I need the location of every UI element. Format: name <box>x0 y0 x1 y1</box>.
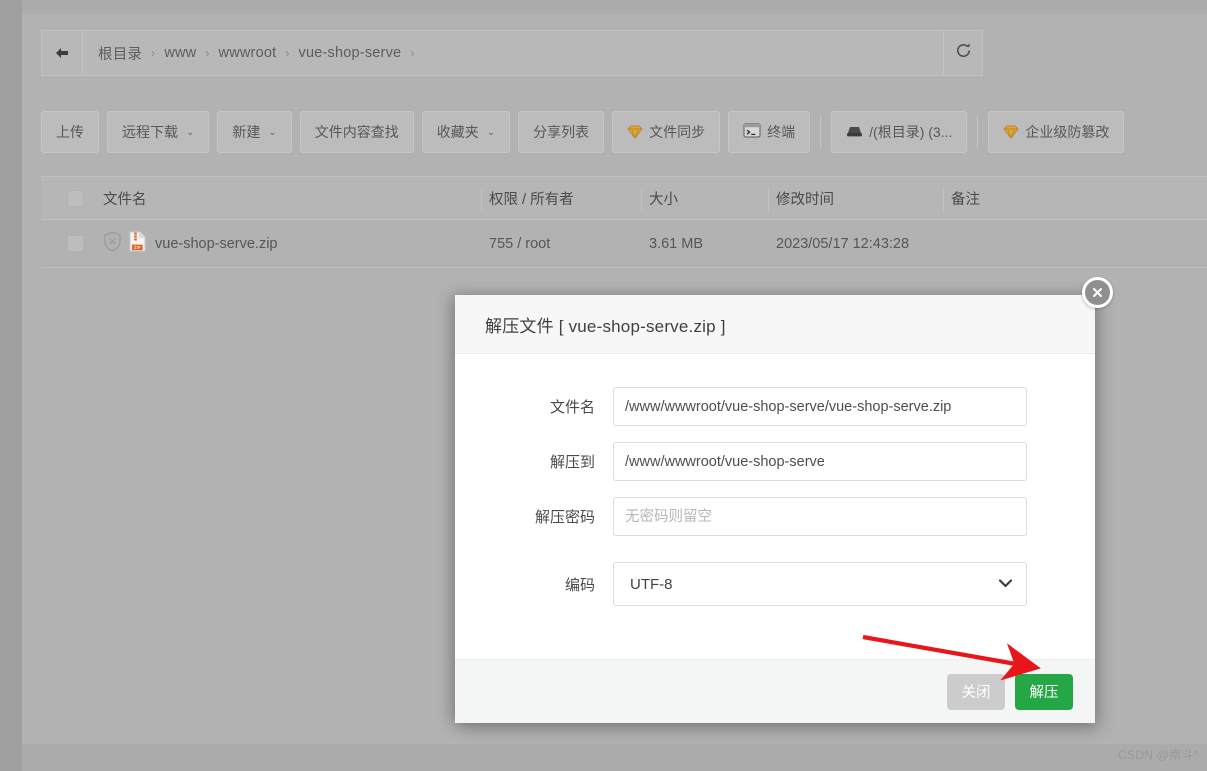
field-row-extract-to: 解压到 <box>455 442 1095 481</box>
breadcrumb-separator: › <box>151 46 156 60</box>
toolbar-button-remote-download[interactable]: 远程下载 ⌄ <box>107 111 210 153</box>
field-label-password: 解压密码 <box>534 509 595 526</box>
page-root: 根目录 › www › wwwroot › vue-shop-serve › 上… <box>0 0 1207 771</box>
toolbar-divider <box>977 115 979 149</box>
row-size: 3.61 MB <box>649 235 703 252</box>
toolbar-button-content-search[interactable]: 文件内容查找 <box>299 111 414 153</box>
breadcrumb-item-3[interactable]: vue-shop-serve <box>299 45 402 61</box>
table-row[interactable]: ZIP vue-shop-serve.zip 755 / root 3.61 M… <box>41 220 1207 268</box>
toolbar-button-disk-usage[interactable]: /(根目录) (3... <box>831 111 968 153</box>
shield-x-icon[interactable] <box>103 231 122 256</box>
toolbar-label: 文件同步 <box>649 124 706 140</box>
field-row-password: 解压密码 <box>455 497 1095 536</box>
extract-to-input[interactable] <box>613 442 1027 481</box>
breadcrumb-separator-trailing: › <box>410 46 415 60</box>
arrow-left-icon <box>53 45 71 61</box>
dialog-close-button[interactable]: 关闭 <box>947 673 1005 710</box>
toolbar-button-favorites[interactable]: 收藏夹 ⌄ <box>421 111 511 153</box>
column-header-size[interactable]: 大小 <box>649 177 769 219</box>
breadcrumb-item-2[interactable]: wwwroot <box>219 45 277 61</box>
row-filename-cell: ZIP vue-shop-serve.zip <box>103 220 483 267</box>
field-row-filename: 文件名 <box>455 387 1095 426</box>
field-label-extract-to: 解压到 <box>549 454 595 471</box>
left-gutter <box>0 0 22 771</box>
toolbar-label: 分享列表 <box>533 124 590 140</box>
column-header-note[interactable]: 备注 <box>951 177 1151 219</box>
column-header-permission[interactable]: 权限 / 所有者 <box>489 177 639 219</box>
dialog-body: 文件名 解压到 解压密码 编码 UTF-8 <box>455 354 1095 659</box>
close-circle-icon[interactable] <box>1082 277 1113 308</box>
row-note <box>951 220 1151 267</box>
encoding-select-wrap: UTF-8 <box>613 562 1027 606</box>
column-header-mtime[interactable]: 修改时间 <box>776 177 966 219</box>
toolbar-divider <box>820 115 822 149</box>
terminal-icon <box>743 123 761 141</box>
toolbar-button-antitamper[interactable]: 企业级防篡改 <box>988 111 1125 153</box>
dialog-title: 解压文件 [ vue-shop-serve.zip ] <box>485 316 726 336</box>
chevron-down-icon: ⌄ <box>486 126 496 138</box>
row-permission: 755 / root <box>489 235 551 252</box>
toolbar-label: 远程下载 <box>122 124 178 140</box>
toolbar-label: 终端 <box>767 124 796 140</box>
row-icons: ZIP <box>103 231 146 256</box>
row-select-cell <box>53 220 97 267</box>
extract-file-dialog: 解压文件 [ vue-shop-serve.zip ] 文件名 解压到 解压密码… <box>455 277 1113 723</box>
zip-file-icon: ZIP <box>129 231 146 256</box>
disk-icon <box>846 124 863 141</box>
watermark: CSDN @南斗° <box>1117 748 1199 762</box>
chevron-down-icon: ⌄ <box>186 126 195 138</box>
toolbar-label: 文件内容查找 <box>314 124 399 140</box>
toolbar-button-file-sync[interactable]: 文件同步 <box>612 111 721 153</box>
dialog-header: 解压文件 [ vue-shop-serve.zip ] <box>455 295 1095 354</box>
toolbar-label: 企业级防篡改 <box>1025 124 1110 140</box>
select-all-checkbox[interactable] <box>66 189 84 207</box>
field-row-encoding: 编码 UTF-8 <box>455 562 1095 606</box>
toolbar-button-terminal[interactable]: 终端 <box>728 111 811 153</box>
dialog-footer: 关闭 解压 <box>455 659 1095 723</box>
password-input[interactable] <box>613 497 1027 536</box>
toolbar-label: 新建 <box>232 124 261 140</box>
refresh-button[interactable] <box>943 30 983 76</box>
field-label-encoding: 编码 <box>564 576 595 594</box>
select-all-cell <box>53 177 97 219</box>
row-mtime: 2023/05/17 12:43:28 <box>776 235 910 252</box>
gem-icon <box>1003 125 1019 139</box>
toolbar: 上传 远程下载 ⌄ 新建 ⌄ 文件内容查找 收藏夹 ⌄ 分享列表 文件同步 终端… <box>41 111 1125 153</box>
file-table-header: 文件名 权限 / 所有者 大小 修改时间 备注 <box>41 176 1207 220</box>
filename-input[interactable] <box>613 387 1027 426</box>
back-button[interactable] <box>42 31 83 75</box>
breadcrumb-path: 根目录 › www › wwwroot › vue-shop-serve › <box>83 31 981 75</box>
toolbar-label: /(根目录) (3... <box>869 124 953 140</box>
toolbar-label: 收藏夹 <box>436 124 479 140</box>
toolbar-button-upload[interactable]: 上传 <box>41 111 99 153</box>
dialog-extract-button[interactable]: 解压 <box>1015 673 1073 710</box>
gem-icon <box>627 125 643 139</box>
refresh-icon <box>954 41 973 65</box>
breadcrumb-item-1[interactable]: www <box>164 45 196 61</box>
field-label-filename: 文件名 <box>549 399 595 416</box>
toolbar-button-new[interactable]: 新建 ⌄ <box>217 111 292 153</box>
row-filename[interactable]: vue-shop-serve.zip <box>155 236 278 252</box>
encoding-select[interactable]: UTF-8 <box>613 562 1027 606</box>
column-header-filename[interactable]: 文件名 <box>103 177 483 219</box>
breadcrumb-item-0[interactable]: 根目录 <box>98 43 142 64</box>
toolbar-label: 上传 <box>56 124 84 140</box>
row-checkbox[interactable] <box>66 235 84 252</box>
breadcrumb-separator: › <box>285 46 290 60</box>
breadcrumb-separator: › <box>205 46 210 60</box>
breadcrumb: 根目录 › www › wwwroot › vue-shop-serve › <box>41 30 982 76</box>
svg-text:ZIP: ZIP <box>134 245 141 250</box>
chevron-down-icon: ⌄ <box>268 126 277 138</box>
toolbar-button-share-list[interactable]: 分享列表 <box>518 111 605 153</box>
column-divider <box>641 189 642 211</box>
